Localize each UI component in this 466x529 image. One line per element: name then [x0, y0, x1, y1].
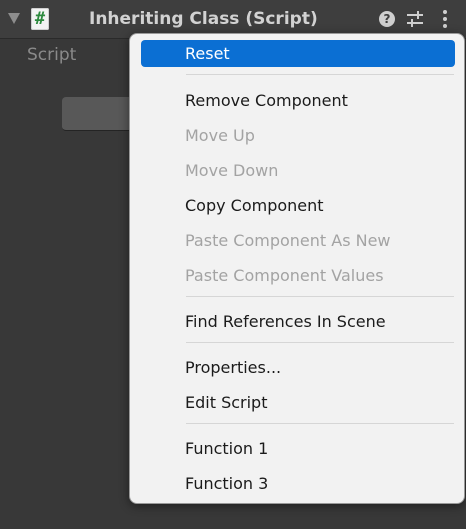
- script-field-label: Script: [27, 45, 77, 65]
- menu-item-find-references[interactable]: Find References In Scene: [141, 308, 455, 335]
- csharp-script-icon: #: [31, 8, 49, 30]
- menu-separator: [186, 342, 454, 343]
- component-title: Inheriting Class (Script): [89, 9, 318, 29]
- menu-item-move-down: Move Down: [185, 161, 279, 180]
- context-menu: Reset Remove Component Move Up Move Down…: [129, 33, 465, 504]
- menu-item-reset[interactable]: Reset: [141, 40, 455, 67]
- presets-icon[interactable]: [406, 10, 424, 28]
- foldout-arrow-icon[interactable]: [8, 13, 20, 24]
- menu-item-paste-component-as-new: Paste Component As New: [185, 231, 391, 250]
- help-icon[interactable]: ?: [379, 11, 395, 27]
- menu-separator: [186, 296, 454, 297]
- menu-item-edit-script[interactable]: Edit Script: [141, 389, 455, 416]
- kebab-menu-icon[interactable]: [440, 9, 450, 29]
- menu-item-properties[interactable]: Properties...: [141, 354, 455, 381]
- menu-item-function-1[interactable]: Function 1: [141, 435, 455, 462]
- menu-item-move-up: Move Up: [185, 126, 255, 145]
- menu-item-paste-component-values: Paste Component Values: [185, 266, 384, 285]
- menu-item-copy-component[interactable]: Copy Component: [141, 192, 455, 219]
- menu-separator: [186, 74, 454, 75]
- menu-separator: [186, 423, 454, 424]
- inspector-panel: # Inheriting Class (Script) ? Script Res…: [0, 0, 466, 529]
- menu-item-remove-component[interactable]: Remove Component: [141, 87, 455, 114]
- menu-item-function-3[interactable]: Function 3: [141, 470, 455, 497]
